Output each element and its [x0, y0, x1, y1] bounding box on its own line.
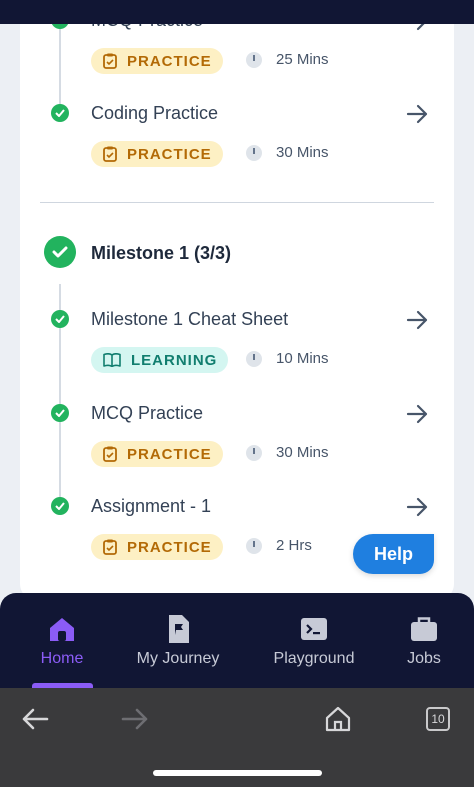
list-item[interactable]: Milestone 1 Cheat Sheet LEARNING 10 Mins [20, 309, 454, 400]
nav-item-my-journey[interactable]: My Journey [128, 593, 228, 688]
section-divider [40, 202, 434, 203]
tag-label: PRACTICE [127, 145, 212, 163]
item-title: Assignment - 1 [91, 496, 212, 516]
browser-home-icon [325, 706, 351, 732]
home-indicator [153, 770, 322, 776]
milestone-title[interactable]: Milestone 1 (3/3) [91, 243, 231, 264]
forward-arrow-icon [121, 708, 148, 730]
duration-text: 25 Mins [276, 51, 329, 68]
browser-back-button[interactable] [17, 704, 53, 734]
home-icon [47, 614, 77, 644]
browser-home-button[interactable] [320, 704, 356, 734]
clipboard-icon [103, 146, 117, 162]
nav-label: My Journey [136, 650, 220, 667]
duration: 2 Hrs [246, 537, 312, 554]
tag-label: PRACTICE [127, 538, 212, 556]
practice-tag: PRACTICE [91, 141, 223, 167]
list-item[interactable]: MCQ Practice PRACTICE 30 Mins [20, 403, 454, 494]
nav-item-home[interactable]: Home [26, 593, 98, 688]
duration-text: 30 Mins [276, 444, 329, 461]
nav-label: Playground [273, 650, 355, 667]
completed-check-icon [51, 404, 69, 422]
nav-item-playground[interactable]: Playground [268, 593, 360, 688]
clipboard-icon [103, 53, 117, 69]
bottom-navigation: Home My Journey Playground Jobs [0, 593, 474, 688]
status-bar [0, 0, 474, 24]
duration-text: 30 Mins [276, 144, 329, 161]
clock-icon [246, 51, 262, 68]
nav-item-jobs[interactable]: Jobs [398, 593, 450, 688]
completed-check-icon [51, 497, 69, 515]
item-title: Coding Practice [91, 103, 219, 123]
journey-flag-icon [163, 614, 193, 644]
practice-tag: PRACTICE [91, 534, 223, 560]
practice-tag: PRACTICE [91, 48, 223, 74]
clock-icon [246, 350, 262, 367]
tag-label: LEARNING [131, 351, 218, 369]
help-button[interactable]: Help [353, 534, 434, 574]
duration: 30 Mins [246, 444, 329, 461]
nav-label: Home [40, 650, 84, 667]
tag-label: PRACTICE [127, 52, 212, 70]
learning-tag: LEARNING [91, 347, 229, 373]
item-title: Milestone 1 Cheat Sheet [91, 309, 289, 329]
arrow-right-icon[interactable] [406, 497, 430, 517]
duration: 25 Mins [246, 51, 329, 68]
browser-forward-button[interactable] [117, 704, 153, 734]
item-title: MCQ Practice [91, 403, 204, 423]
duration: 10 Mins [246, 350, 329, 367]
clipboard-icon [103, 539, 117, 555]
practice-tag: PRACTICE [91, 441, 223, 467]
clock-icon [246, 444, 262, 461]
duration-text: 10 Mins [276, 350, 329, 367]
clock-icon [246, 537, 262, 554]
briefcase-icon [409, 614, 439, 644]
arrow-right-icon[interactable] [406, 104, 430, 124]
nav-label: Jobs [407, 650, 441, 667]
completed-check-icon [51, 104, 69, 122]
milestone-complete-icon [44, 236, 76, 268]
list-item[interactable]: Coding Practice PRACTICE 30 Mins [20, 103, 454, 194]
active-tab-indicator [32, 683, 93, 688]
tag-label: PRACTICE [127, 445, 212, 463]
duration-text: 2 Hrs [276, 537, 312, 554]
course-timeline-card: MCQ Practice PRACTICE 25 Mins Coding Pra… [20, 0, 454, 600]
tabs-count: 10 [426, 707, 450, 731]
clipboard-icon [103, 446, 117, 462]
browser-tabs-button[interactable]: 10 [420, 704, 456, 734]
list-item[interactable]: MCQ Practice PRACTICE 25 Mins [20, 10, 454, 101]
terminal-icon [299, 614, 329, 644]
completed-check-icon [51, 310, 69, 328]
book-icon [103, 353, 121, 367]
duration: 30 Mins [246, 144, 329, 161]
clock-icon [246, 144, 262, 161]
arrow-right-icon[interactable] [406, 404, 430, 424]
arrow-right-icon[interactable] [406, 310, 430, 330]
back-arrow-icon [22, 708, 49, 730]
